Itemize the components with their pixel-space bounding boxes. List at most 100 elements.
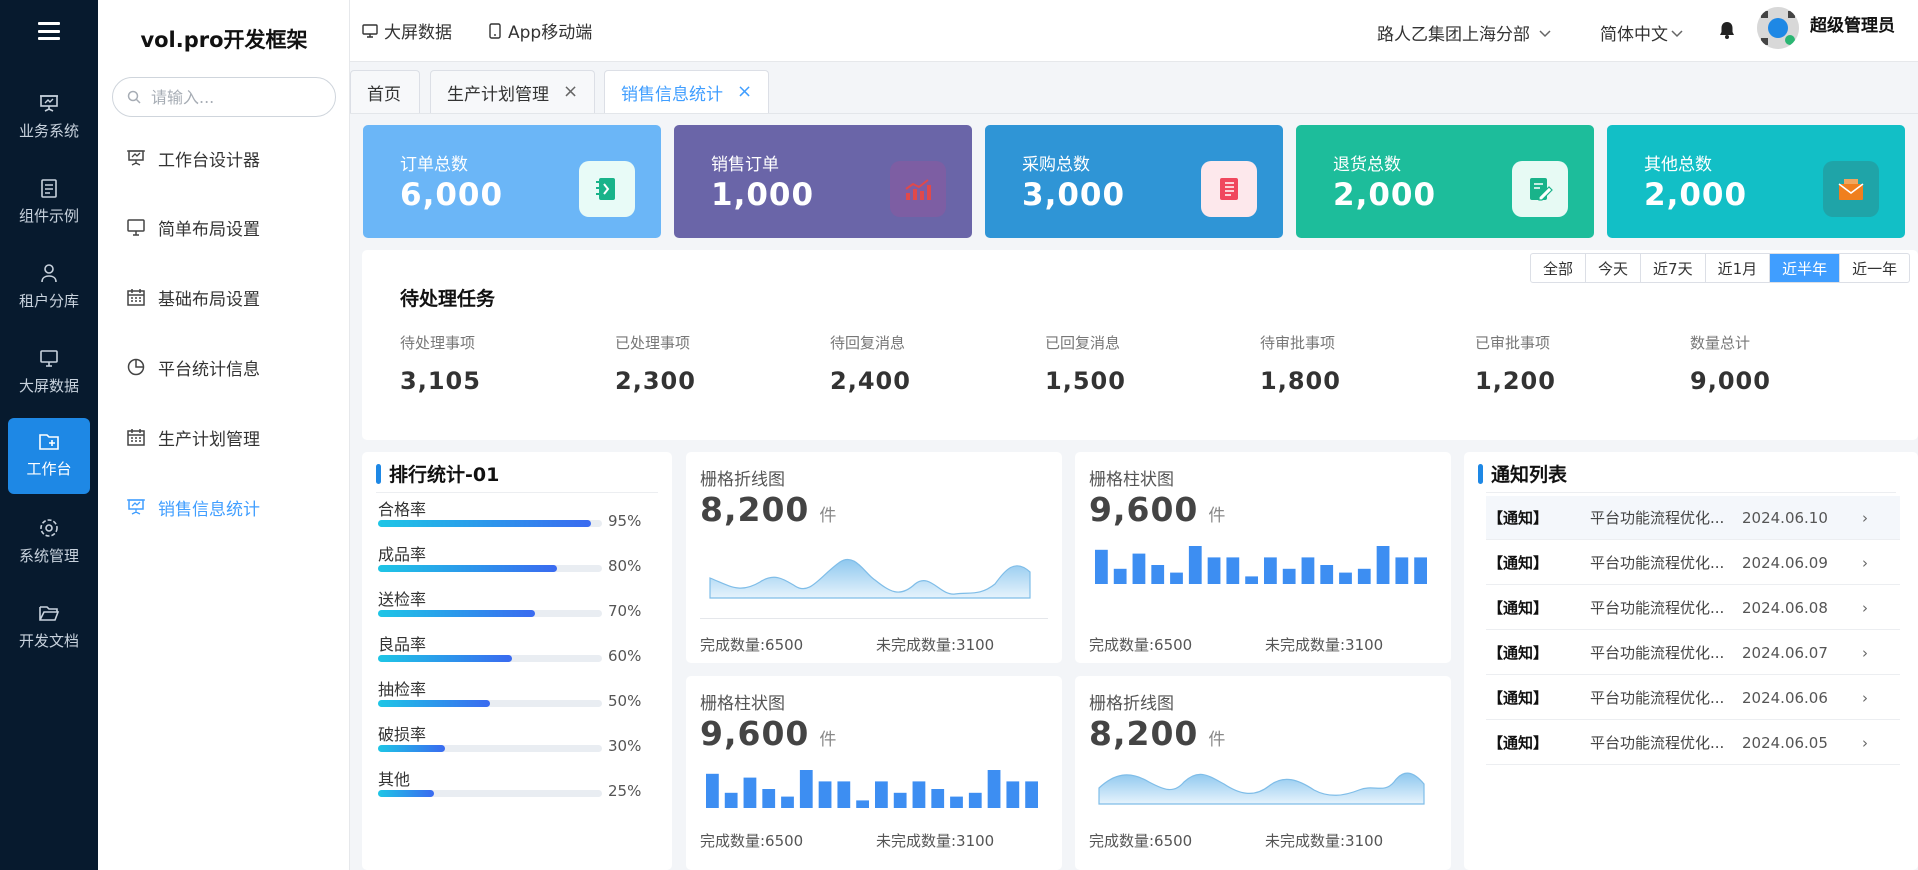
progress-track xyxy=(378,610,602,617)
org-selector[interactable]: 路人乙集团上海分部 xyxy=(1377,20,1552,45)
org-label: 路人乙集团上海分部 xyxy=(1377,25,1530,45)
sidebar-item-sales-stats[interactable]: 销售信息统计 xyxy=(126,492,260,522)
nav-item-business[interactable]: 业务系统 xyxy=(8,80,90,156)
chevron-down-icon xyxy=(1539,29,1551,37)
stat-value: 1,000 xyxy=(711,177,815,213)
nav-item-system[interactable]: 系统管理 xyxy=(8,505,90,581)
calendar-icon xyxy=(127,289,145,306)
chart-undone: 未完成数量:3100 xyxy=(1265,832,1384,850)
grid-bar-chart-1: 栅格柱状图 9,600 件 完成数量:6500 未完成数量:3100 xyxy=(1075,452,1451,663)
chart-done: 完成数量:6500 xyxy=(700,636,804,654)
sidebar-item-basic-layout[interactable]: 基础布局设置 xyxy=(126,282,260,312)
metric-value: 2,300 xyxy=(615,367,696,395)
stat-value: 3,000 xyxy=(1022,177,1126,213)
metric-value: 1,500 xyxy=(1045,367,1126,395)
header-app-label: App移动端 xyxy=(508,23,593,43)
notice-text: 平台功能流程优化... xyxy=(1590,509,1725,527)
progress-fill xyxy=(378,565,558,572)
header-app-link[interactable]: App移动端 xyxy=(488,18,592,43)
close-icon[interactable]: × xyxy=(737,83,752,101)
notice-date: 2024.06.05 xyxy=(1742,733,1828,752)
stat-card-purchase: 采购总数 3,000 xyxy=(985,125,1283,238)
progress-fill xyxy=(378,655,513,662)
range-option[interactable]: 近1月 xyxy=(1706,254,1771,282)
grid-line-chart-2: 栅格折线图 8,200 件 完成数量:6500 未完成数量:3100 xyxy=(1075,676,1451,870)
metric-label: 已处理事项 xyxy=(615,334,691,352)
notice-tag: 【通知】 xyxy=(1488,599,1549,617)
notice-tag: 【通知】 xyxy=(1488,689,1549,707)
bar xyxy=(987,770,1001,808)
bar xyxy=(1006,781,1020,808)
bell-icon[interactable] xyxy=(1718,20,1736,44)
search-icon xyxy=(127,90,141,104)
folder-add-icon xyxy=(39,434,59,450)
notice-text: 平台功能流程优化... xyxy=(1590,734,1725,752)
ranking-percent: 70% xyxy=(608,602,642,620)
sidebar-item-simple-layout[interactable]: 简单布局设置 xyxy=(126,212,260,242)
sidebar-item-label: 基础布局设置 xyxy=(158,289,260,310)
ranking-panel: 排行统计-01 合格率 95% 成品率 80% 送检率 70% 良品率 60% 抽检率 50% 破损… xyxy=(362,452,672,870)
stat-value: 2,000 xyxy=(1333,177,1437,213)
pie-chart-icon xyxy=(127,358,145,376)
notice-item[interactable]: 【通知】 平台功能流程优化... 2024.06.07 › xyxy=(1486,631,1900,675)
monitor-icon xyxy=(127,219,145,236)
tab-production-plan[interactable]: 生产计划管理 × xyxy=(430,70,596,113)
nav-item-tenant[interactable]: 租户分库 xyxy=(8,250,90,326)
sidebar-item-platform-stats[interactable]: 平台统计信息 xyxy=(126,352,260,382)
sidebar-search[interactable] xyxy=(112,77,336,117)
stat-label: 销售订单 xyxy=(711,155,779,175)
nav-item-components[interactable]: 组件示例 xyxy=(8,165,90,241)
bar xyxy=(856,800,869,808)
header-bigscreen-link[interactable]: 大屏数据 xyxy=(362,18,452,43)
notice-item[interactable]: 【通知】 平台功能流程优化... 2024.06.10 › xyxy=(1486,496,1900,540)
bar xyxy=(893,792,907,808)
notice-date: 2024.06.09 xyxy=(1742,553,1828,572)
search-input[interactable] xyxy=(151,86,321,108)
user-name[interactable]: 超级管理员 xyxy=(1810,11,1895,36)
bar xyxy=(1226,557,1240,584)
bar xyxy=(1245,576,1258,584)
tab-label: 生产计划管理 xyxy=(447,84,549,105)
stat-label: 采购总数 xyxy=(1022,155,1090,175)
language-selector[interactable]: 简体中文 xyxy=(1600,20,1684,45)
range-option[interactable]: 近一年 xyxy=(1840,254,1909,282)
calendar-icon xyxy=(127,429,145,446)
divider xyxy=(376,492,658,493)
nav-item-docs[interactable]: 开发文档 xyxy=(8,590,90,666)
notice-item[interactable]: 【通知】 平台功能流程优化... 2024.06.08 › xyxy=(1486,586,1900,630)
avatar[interactable] xyxy=(1757,7,1799,49)
sidebar-item-production-plan[interactable]: 生产计划管理 xyxy=(126,422,260,452)
nav-item-bigscreen[interactable]: 大屏数据 xyxy=(8,335,90,411)
bar xyxy=(950,796,963,808)
document-icon xyxy=(41,179,57,198)
nav-item-workbench[interactable]: 工作台 xyxy=(8,418,90,494)
progress-track xyxy=(378,700,602,707)
stat-card-returns: 退货总数 2,000 xyxy=(1296,125,1594,238)
chart-title: 栅格柱状图 xyxy=(1089,470,1174,490)
lang-label: 简体中文 xyxy=(1600,25,1668,45)
tab-sales-stats[interactable]: 销售信息统计 × xyxy=(604,70,770,113)
range-option-selected[interactable]: 近半年 xyxy=(1770,254,1841,282)
metric-label: 待回复消息 xyxy=(830,334,906,352)
notice-item[interactable]: 【通知】 平台功能流程优化... 2024.06.05 › xyxy=(1486,721,1900,765)
metric-label: 已回复消息 xyxy=(1045,334,1121,352)
tab-home[interactable]: 首页 xyxy=(350,70,420,113)
ranking-row: 送检率 70% xyxy=(378,586,658,626)
range-option[interactable]: 全部 xyxy=(1531,254,1587,282)
chevron-right-icon: › xyxy=(1862,733,1868,752)
trend-chart-icon xyxy=(890,161,946,217)
notice-item[interactable]: 【通知】 平台功能流程优化... 2024.06.06 › xyxy=(1486,676,1900,720)
ranking-percent: 25% xyxy=(608,782,642,800)
notice-item[interactable]: 【通知】 平台功能流程优化... 2024.06.09 › xyxy=(1486,541,1900,585)
range-option[interactable]: 近7天 xyxy=(1641,254,1706,282)
sidebar-item-designer[interactable]: 工作台设计器 xyxy=(126,143,260,173)
stat-value: 2,000 xyxy=(1644,177,1748,213)
chart-value-number: 9,600 xyxy=(1089,490,1199,529)
menu-toggle-icon[interactable] xyxy=(32,19,66,43)
chevron-right-icon: › xyxy=(1862,643,1868,662)
bar xyxy=(781,796,794,808)
bar-sparkline xyxy=(706,770,1038,808)
close-icon[interactable]: × xyxy=(563,83,578,101)
range-option[interactable]: 今天 xyxy=(1586,254,1642,282)
metric-label: 数量总计 xyxy=(1690,334,1751,352)
